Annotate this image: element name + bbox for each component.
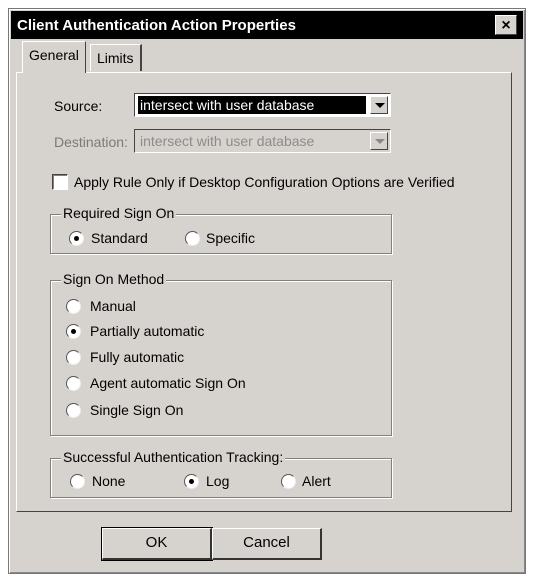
chevron-down-icon [375,139,385,144]
radio-standard[interactable] [69,231,84,246]
tracking-legend: Successful Authentication Tracking: [61,449,286,465]
tab-limits[interactable]: Limits [90,44,142,71]
close-button[interactable]: × [495,15,517,35]
source-label: Source: [54,98,103,114]
tab-limits-label: Limits [97,50,134,66]
radio-partially-automatic[interactable] [66,324,81,339]
radio-manual[interactable] [66,299,81,314]
required-sign-on-legend: Required Sign On [61,205,177,221]
radio-single-sign-on[interactable] [66,403,81,418]
apply-rule-label: Apply Rule Only if Desktop Configuration… [74,174,455,190]
source-value: intersect with user database [138,96,366,114]
destination-value: intersect with user database [140,133,315,149]
radio-manual-label: Manual [90,298,136,314]
radio-log[interactable] [184,474,199,489]
radio-specific[interactable] [185,231,200,246]
radio-alert[interactable] [281,474,296,489]
radio-standard-label: Standard [91,230,148,246]
radio-none-label: None [92,473,126,489]
cancel-button[interactable]: Cancel [212,528,322,560]
source-dropdown[interactable]: intersect with user database [134,93,391,117]
destination-dropdown-button[interactable] [370,132,388,150]
window-title: Client Authentication Action Properties [17,17,296,34]
radio-agent-automatic-label: Agent automatic Sign On [90,375,246,391]
radio-none[interactable] [70,474,85,489]
source-dropdown-button[interactable] [370,96,388,114]
radio-partially-automatic-label: Partially automatic [90,323,205,339]
radio-alert-label: Alert [302,473,331,489]
destination-label: Destination: [54,134,128,150]
radio-single-sign-on-label: Single Sign On [90,402,184,418]
ok-button[interactable]: OK [101,527,213,561]
tab-general-label: General [29,47,79,63]
radio-agent-automatic[interactable] [66,376,81,391]
sign-on-method-legend: Sign On Method [61,271,167,287]
destination-dropdown[interactable]: intersect with user database [134,129,391,153]
close-icon: × [501,17,511,34]
radio-fully-automatic-label: Fully automatic [90,349,185,365]
radio-fully-automatic[interactable] [66,350,81,365]
tab-general[interactable]: General [22,41,86,73]
title-bar[interactable]: Client Authentication Action Properties … [11,11,523,39]
chevron-down-icon [375,103,385,108]
radio-specific-label: Specific [206,230,256,246]
apply-rule-checkbox[interactable] [52,174,68,190]
radio-log-label: Log [206,473,230,489]
